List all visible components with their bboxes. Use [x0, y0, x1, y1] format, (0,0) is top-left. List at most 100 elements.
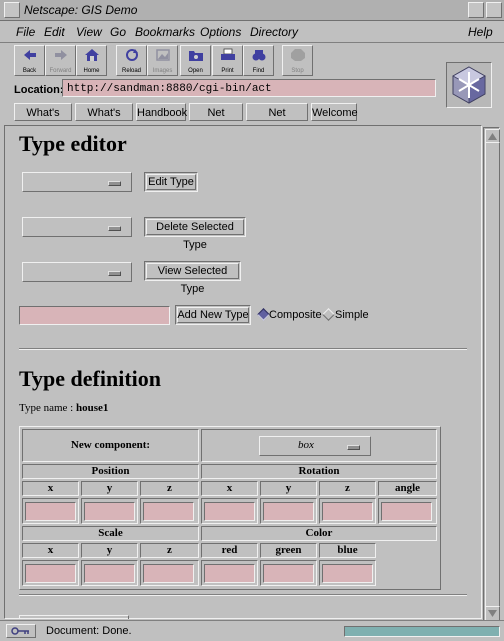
- menu-view[interactable]: View: [76, 25, 102, 39]
- vertical-scrollbar[interactable]: [483, 127, 500, 621]
- rotation-x-input[interactable]: [204, 502, 255, 521]
- position-x-header: x: [22, 481, 79, 496]
- rotation-x-header: x: [201, 481, 258, 496]
- window-menu-button[interactable]: [4, 2, 20, 18]
- type-name-row: Type name : house1: [19, 402, 108, 414]
- rotation-z-input[interactable]: [322, 502, 373, 521]
- position-z-cell: [140, 498, 199, 524]
- color-blue-cell: [319, 560, 376, 586]
- rotation-header: Rotation: [201, 464, 437, 479]
- menu-go[interactable]: Go: [110, 25, 126, 39]
- forward-button[interactable]: Forward: [45, 45, 76, 76]
- scale-x-input[interactable]: [25, 564, 76, 583]
- type-definition-heading: Type definition: [19, 366, 162, 391]
- stop-button[interactable]: Stop: [282, 45, 313, 76]
- menu-directory[interactable]: Directory: [250, 25, 298, 39]
- delete-selected-type-button[interactable]: Delete Selected Type: [144, 217, 246, 251]
- rotation-y-header: y: [260, 481, 317, 496]
- partial-form-control[interactable]: [19, 615, 129, 619]
- scroll-down-arrow-icon: [488, 610, 497, 617]
- print-button[interactable]: Print: [212, 45, 243, 76]
- menu-bookmarks[interactable]: Bookmarks: [135, 25, 195, 39]
- type-editor-heading: Type editor: [19, 131, 127, 156]
- view-type-select[interactable]: [22, 262, 132, 282]
- rotation-angle-input[interactable]: [381, 502, 432, 521]
- color-green-input[interactable]: [263, 564, 314, 583]
- menu-bar: File Edit View Go Bookmarks Options Dire…: [0, 21, 504, 43]
- find-button[interactable]: Find: [243, 45, 274, 76]
- view-selected-type-button[interactable]: View Selected Type: [144, 261, 241, 295]
- new-component-select[interactable]: box: [259, 436, 371, 456]
- rotation-y-input[interactable]: [263, 502, 314, 521]
- menu-help[interactable]: Help: [468, 25, 493, 39]
- page-content: Type editor Edit Type Delete Selected Ty…: [4, 125, 482, 619]
- delete-type-select[interactable]: [22, 217, 132, 237]
- security-key-icon: [11, 627, 29, 635]
- scale-z-cell: [140, 560, 199, 586]
- status-text: Document: Done.: [46, 625, 132, 637]
- welcome-button[interactable]: Welcome: [311, 103, 358, 121]
- back-arrow-icon: [23, 50, 36, 60]
- type-name-value: house1: [75, 402, 109, 414]
- stop-icon: [290, 49, 305, 61]
- whats-new-button[interactable]: What's New: [14, 103, 72, 137]
- open-button[interactable]: Open: [180, 45, 211, 76]
- window-title: Netscape: GIS Demo: [24, 3, 138, 17]
- home-button[interactable]: Home: [76, 45, 107, 76]
- location-label: Location:: [14, 84, 64, 96]
- images-icon: [155, 49, 170, 61]
- scale-x-cell: [22, 560, 79, 586]
- edit-type-select[interactable]: [22, 172, 132, 192]
- net-search-button[interactable]: Net Search: [189, 103, 243, 137]
- add-new-type-button[interactable]: Add New Type: [175, 305, 251, 325]
- scale-header: Scale: [22, 526, 199, 541]
- scroll-down-button[interactable]: [485, 606, 500, 621]
- edit-type-button[interactable]: Edit Type: [144, 172, 198, 192]
- new-type-name-input[interactable]: [19, 306, 170, 325]
- rotation-z-header: z: [319, 481, 376, 496]
- reload-icon: [125, 49, 138, 61]
- rotation-z-cell: [319, 498, 376, 524]
- new-component-label: New component:: [22, 429, 199, 462]
- rotation-y-cell: [260, 498, 317, 524]
- color-red-input[interactable]: [204, 564, 255, 583]
- images-button[interactable]: Images: [147, 45, 178, 76]
- forward-arrow-icon: [54, 50, 67, 60]
- open-folder-icon: [188, 51, 203, 61]
- scroll-thumb[interactable]: [485, 142, 500, 608]
- rotation-angle-cell: [378, 498, 437, 524]
- position-x-cell: [22, 498, 79, 524]
- menu-options[interactable]: Options: [200, 25, 241, 39]
- scale-z-input[interactable]: [143, 564, 194, 583]
- simple-label: Simple: [335, 309, 369, 321]
- menu-file[interactable]: File: [16, 25, 35, 39]
- net-directory-button[interactable]: Net Directory: [246, 103, 308, 137]
- dropdown-indicator-icon: [347, 445, 360, 450]
- new-component-value: box: [298, 439, 314, 451]
- color-blue-input[interactable]: [322, 564, 373, 583]
- back-button[interactable]: Back: [14, 45, 45, 76]
- minimize-button[interactable]: [468, 2, 484, 18]
- position-y-cell: [81, 498, 138, 524]
- netscape-logo: [446, 62, 492, 108]
- menu-edit[interactable]: Edit: [44, 25, 65, 39]
- position-y-input[interactable]: [84, 502, 135, 521]
- position-header: Position: [22, 464, 199, 479]
- position-z-header: z: [140, 481, 199, 496]
- color-green-cell: [260, 560, 317, 586]
- whats-cool-button[interactable]: What's Cool: [75, 103, 133, 137]
- position-x-input[interactable]: [25, 502, 76, 521]
- color-blue-header: blue: [319, 543, 376, 558]
- scale-z-header: z: [140, 543, 199, 558]
- maximize-button[interactable]: [486, 2, 502, 18]
- new-component-cell: box: [201, 429, 437, 462]
- security-indicator[interactable]: [6, 624, 36, 638]
- scale-y-input[interactable]: [84, 564, 135, 583]
- reload-button[interactable]: Reload: [116, 45, 147, 76]
- dropdown-indicator-icon: [108, 271, 121, 276]
- dropdown-indicator-icon: [108, 226, 121, 231]
- position-z-input[interactable]: [143, 502, 194, 521]
- handbook-button[interactable]: Handbook: [136, 103, 187, 121]
- color-red-header: red: [201, 543, 258, 558]
- location-url-field[interactable]: http://sandman:8880/cgi-bin/act: [62, 79, 436, 97]
